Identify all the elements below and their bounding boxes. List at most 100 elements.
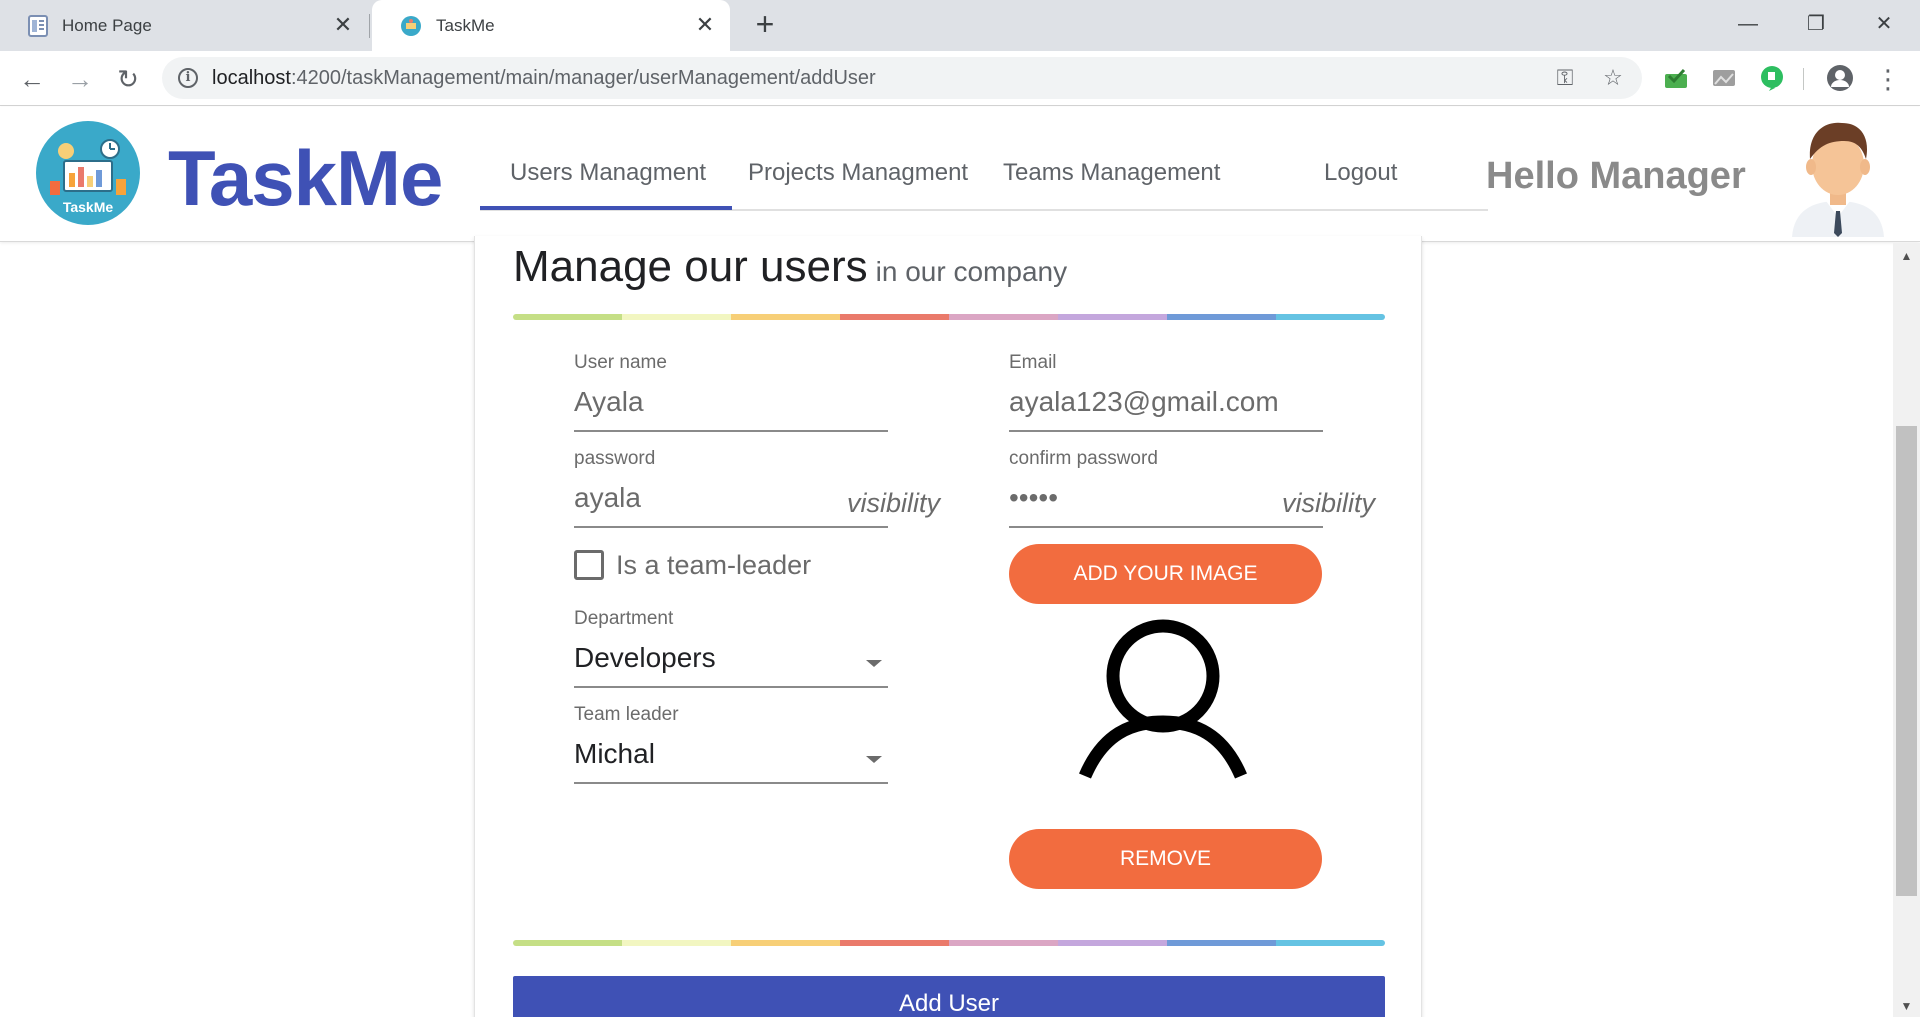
team-leader-value[interactable]: Michal: [574, 738, 655, 770]
rainbow-segment: [622, 940, 731, 946]
tab-separator: [369, 14, 370, 38]
logo-text: TaskMe: [62, 199, 114, 215]
new-tab-button[interactable]: +: [748, 8, 782, 42]
rainbow-segment: [622, 314, 731, 320]
dropdown-arrow-icon[interactable]: [866, 660, 882, 667]
close-window-icon[interactable]: ✕: [1856, 6, 1912, 42]
scrollbar-thumb[interactable]: [1896, 426, 1917, 896]
field-underline: [1009, 526, 1323, 528]
username-label: User name: [574, 352, 667, 373]
user-placeholder-icon: [1079, 619, 1247, 779]
url-text[interactable]: localhost:4200/taskManagement/main/manag…: [212, 67, 876, 90]
tab-title: Home Page: [62, 15, 152, 35]
close-tab-icon[interactable]: ✕: [330, 12, 356, 38]
forward-icon[interactable]: →: [62, 61, 98, 97]
rainbow-segment: [1276, 314, 1385, 320]
email-input[interactable]: ayala123@gmail.com: [1009, 386, 1279, 418]
password-input[interactable]: ayala: [574, 482, 641, 514]
page-title: Manage our users in our company: [513, 242, 1067, 292]
add-user-button[interactable]: Add User: [513, 976, 1385, 1017]
tab-title: TaskMe: [436, 15, 495, 35]
inbox-extension-icon[interactable]: [1662, 64, 1690, 92]
close-tab-icon[interactable]: ✕: [692, 12, 718, 38]
remove-image-button[interactable]: REMOVE: [1009, 829, 1322, 889]
reload-icon[interactable]: ↻: [110, 61, 146, 97]
toolbar-separator: [1803, 68, 1804, 90]
browser-menu-icon[interactable]: ⋮: [1870, 61, 1906, 97]
address-bar[interactable]: i localhost:4200/taskManagement/main/man…: [162, 57, 1642, 99]
rainbow-segment: [513, 940, 622, 946]
rainbow-segment: [1058, 940, 1167, 946]
rainbow-segment: [513, 314, 622, 320]
back-icon[interactable]: ←: [14, 61, 50, 97]
rainbow-divider-top: [513, 314, 1385, 320]
greeting: Hello Manager: [1486, 155, 1746, 197]
rainbow-segment: [1058, 314, 1167, 320]
add-user-card: Manage our users in our company User name…: [474, 236, 1422, 1017]
dropdown-arrow-icon[interactable]: [866, 756, 882, 763]
password-label: password: [574, 448, 656, 469]
evernote-extension-icon[interactable]: [1758, 64, 1786, 92]
field-underline: [574, 430, 888, 432]
main-nav: Users Managment Projects Managment Teams…: [480, 107, 1488, 211]
taskme-favicon: [401, 15, 421, 36]
username-field[interactable]: User name Ayala: [574, 352, 888, 434]
nav-projects-management[interactable]: Projects Managment: [748, 159, 968, 187]
manager-avatar[interactable]: [1786, 113, 1890, 237]
star-icon[interactable]: ☆: [1600, 65, 1626, 91]
username-input[interactable]: Ayala: [574, 386, 644, 418]
team-leader-checkbox[interactable]: Is a team-leader: [574, 548, 811, 582]
page-title-sub: in our company: [875, 256, 1068, 287]
team-leader-checkbox-label[interactable]: Is a team-leader: [616, 550, 811, 581]
add-image-button[interactable]: ADD YOUR IMAGE: [1009, 544, 1322, 604]
restore-icon[interactable]: ❐: [1788, 6, 1844, 42]
browser-toolbar: ← → ↻ i localhost:4200/taskManagement/ma…: [0, 51, 1920, 106]
rainbow-divider-bottom: [513, 940, 1385, 946]
visibility-toggle[interactable]: visibility: [847, 488, 940, 519]
confirm-password-label: confirm password: [1009, 448, 1158, 469]
confirm-password-input[interactable]: •••••: [1009, 482, 1058, 514]
department-select[interactable]: Department Developers: [574, 608, 888, 690]
image-extension-icon[interactable]: [1710, 64, 1738, 92]
email-label: Email: [1009, 352, 1057, 373]
tab-home-page[interactable]: Home Page ✕: [0, 0, 368, 51]
page-icon: [28, 14, 48, 37]
minimize-icon[interactable]: —: [1720, 6, 1776, 42]
visibility-toggle[interactable]: visibility: [1282, 488, 1375, 519]
password-field[interactable]: password ayala visibility: [574, 448, 940, 530]
profile-icon[interactable]: [1826, 64, 1854, 92]
site-info-icon[interactable]: i: [178, 68, 198, 88]
key-icon[interactable]: ⚿: [1552, 65, 1578, 91]
field-underline: [1009, 430, 1323, 432]
rainbow-segment: [949, 314, 1058, 320]
field-underline: [574, 782, 888, 784]
department-label: Department: [574, 608, 674, 629]
confirm-password-field[interactable]: confirm password ••••• visibility: [1009, 448, 1375, 530]
brand-title[interactable]: TaskMe: [168, 133, 443, 224]
field-underline: [574, 686, 888, 688]
taskme-logo[interactable]: TaskMe: [36, 121, 140, 225]
page-title-main: Manage our users: [513, 242, 868, 291]
rainbow-segment: [949, 940, 1058, 946]
nav-logout[interactable]: Logout: [1324, 159, 1397, 187]
nav-users-management[interactable]: Users Managment: [510, 159, 706, 187]
team-leader-select[interactable]: Team leader Michal: [574, 704, 888, 786]
rainbow-segment: [731, 314, 840, 320]
checkbox-box[interactable]: [574, 550, 604, 580]
scroll-up-icon[interactable]: ▲: [1893, 246, 1920, 266]
field-underline: [574, 526, 888, 528]
url-path: :4200/taskManagement/main/manager/userMa…: [290, 67, 876, 89]
department-value[interactable]: Developers: [574, 642, 716, 674]
email-field[interactable]: Email ayala123@gmail.com: [1009, 352, 1323, 434]
rainbow-segment: [1167, 314, 1276, 320]
scroll-down-icon[interactable]: ▼: [1893, 996, 1920, 1016]
app-header: TaskMe TaskMe Users Managment Projects M…: [0, 107, 1920, 242]
rainbow-segment: [1167, 940, 1276, 946]
tab-taskme[interactable]: TaskMe ✕: [372, 0, 730, 51]
rainbow-segment: [840, 314, 949, 320]
nav-teams-management[interactable]: Teams Management: [1003, 159, 1220, 187]
url-host: localhost: [212, 67, 291, 89]
rainbow-segment: [840, 940, 949, 946]
rainbow-segment: [731, 940, 840, 946]
rainbow-segment: [1276, 940, 1385, 946]
